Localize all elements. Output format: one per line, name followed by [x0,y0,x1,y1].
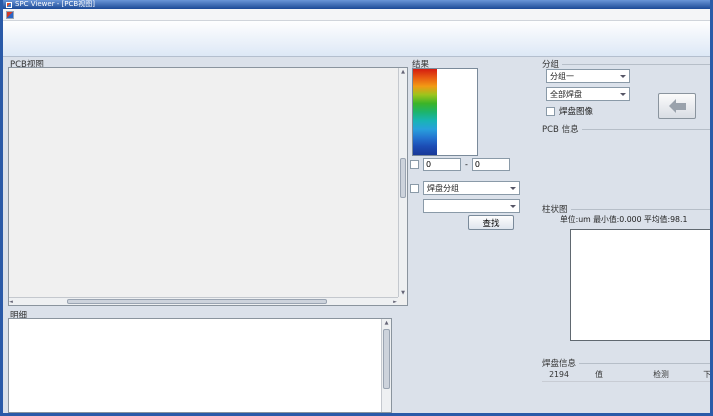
chevron-down-icon [620,75,626,81]
pad-id: 2194 [542,370,576,379]
color-scale-gradient [413,69,437,155]
app-window: SPC Viewer - [PCB视图] PCB视图 ▲ ▼ ◄ ► 明细 [0,0,713,416]
scroll-right-icon[interactable]: ► [393,298,397,306]
group-one-combo[interactable]: 分组一 [546,69,630,83]
range-from-input[interactable] [423,158,461,171]
lower-col-header: 下限 [688,369,713,380]
back-arrow-button[interactable] [658,93,696,119]
menu-bar [3,9,710,21]
pad-image-label: 焊盘图像 [559,105,593,117]
toolbar [3,21,710,57]
pcb-vertical-scrollbar[interactable]: ▲ ▼ [398,68,407,297]
window-title: SPC Viewer - [PCB视图] [15,0,95,9]
detail-vertical-scrollbar[interactable]: ▲ [381,319,391,412]
all-pads-value: 全部焊盘 [550,89,582,100]
pad-info-header: 2194 值 检测 下限 [542,368,713,382]
scroll-down-icon[interactable]: ▼ [399,289,407,297]
main-content: PCB视图 ▲ ▼ ◄ ► 明细 ▲ 结果 [3,57,710,413]
left-arrow-icon [669,99,686,113]
chevron-down-icon [620,93,626,99]
right-panel: 分组 分组一 全部焊盘 焊盘图像 PCB 信息 柱状图 单位:um 最小值:0.… [540,57,713,413]
group-one-value: 分组一 [550,71,574,82]
histogram-subtitle: 单位:um 最小值:0.000 平均值:98.1 [560,214,713,225]
chevron-down-icon [510,205,516,211]
color-scale [412,68,478,156]
pcb-horizontal-scrollbar[interactable]: ◄ ► [9,297,398,305]
results-panel: 结果 - 焊盘分组 查找 [408,57,538,413]
app-icon [6,2,12,8]
scrollbar-thumb[interactable] [67,299,327,304]
color-scale-labels [437,69,477,155]
menu-doc-icon [6,11,14,19]
histogram-plot [571,230,713,340]
histogram-chart [570,229,713,341]
pcb-view-panel: ▲ ▼ ◄ ► [8,67,408,306]
pad-group-checkbox[interactable] [410,184,419,193]
scrollbar-thumb[interactable] [400,158,406,198]
pad-image-checkbox-row: 焊盘图像 [546,105,593,117]
pcb-info-title: PCB 信息 [542,123,712,135]
scroll-up-icon[interactable]: ▲ [399,68,407,76]
pad-group-combo-value: 焊盘分组 [427,183,459,194]
scroll-left-icon[interactable]: ◄ [9,298,17,306]
title-bar[interactable]: SPC Viewer - [PCB视图] [3,0,710,9]
range-to-input[interactable] [472,158,510,171]
range-dash: - [465,160,468,169]
find-button[interactable]: 查找 [468,215,514,230]
chevron-down-icon [510,187,516,193]
value-col-header: 值 [576,369,622,380]
check-col-header: 检测 [634,369,688,380]
all-pads-combo[interactable]: 全部焊盘 [546,87,630,101]
scrollbar-thumb[interactable] [383,329,390,389]
pad-group-combo[interactable]: 焊盘分组 [423,181,520,195]
scroll-up-icon[interactable]: ▲ [382,319,391,327]
sub-group-combo[interactable] [423,199,520,213]
pad-group-row: 焊盘分组 [410,181,520,195]
pad-image-checkbox[interactable] [546,107,555,116]
pcb-board-canvas[interactable] [9,68,397,296]
range-filter-checkbox[interactable] [410,160,419,169]
range-filter-row: - [410,158,510,171]
detail-table-panel: ▲ [8,318,392,413]
